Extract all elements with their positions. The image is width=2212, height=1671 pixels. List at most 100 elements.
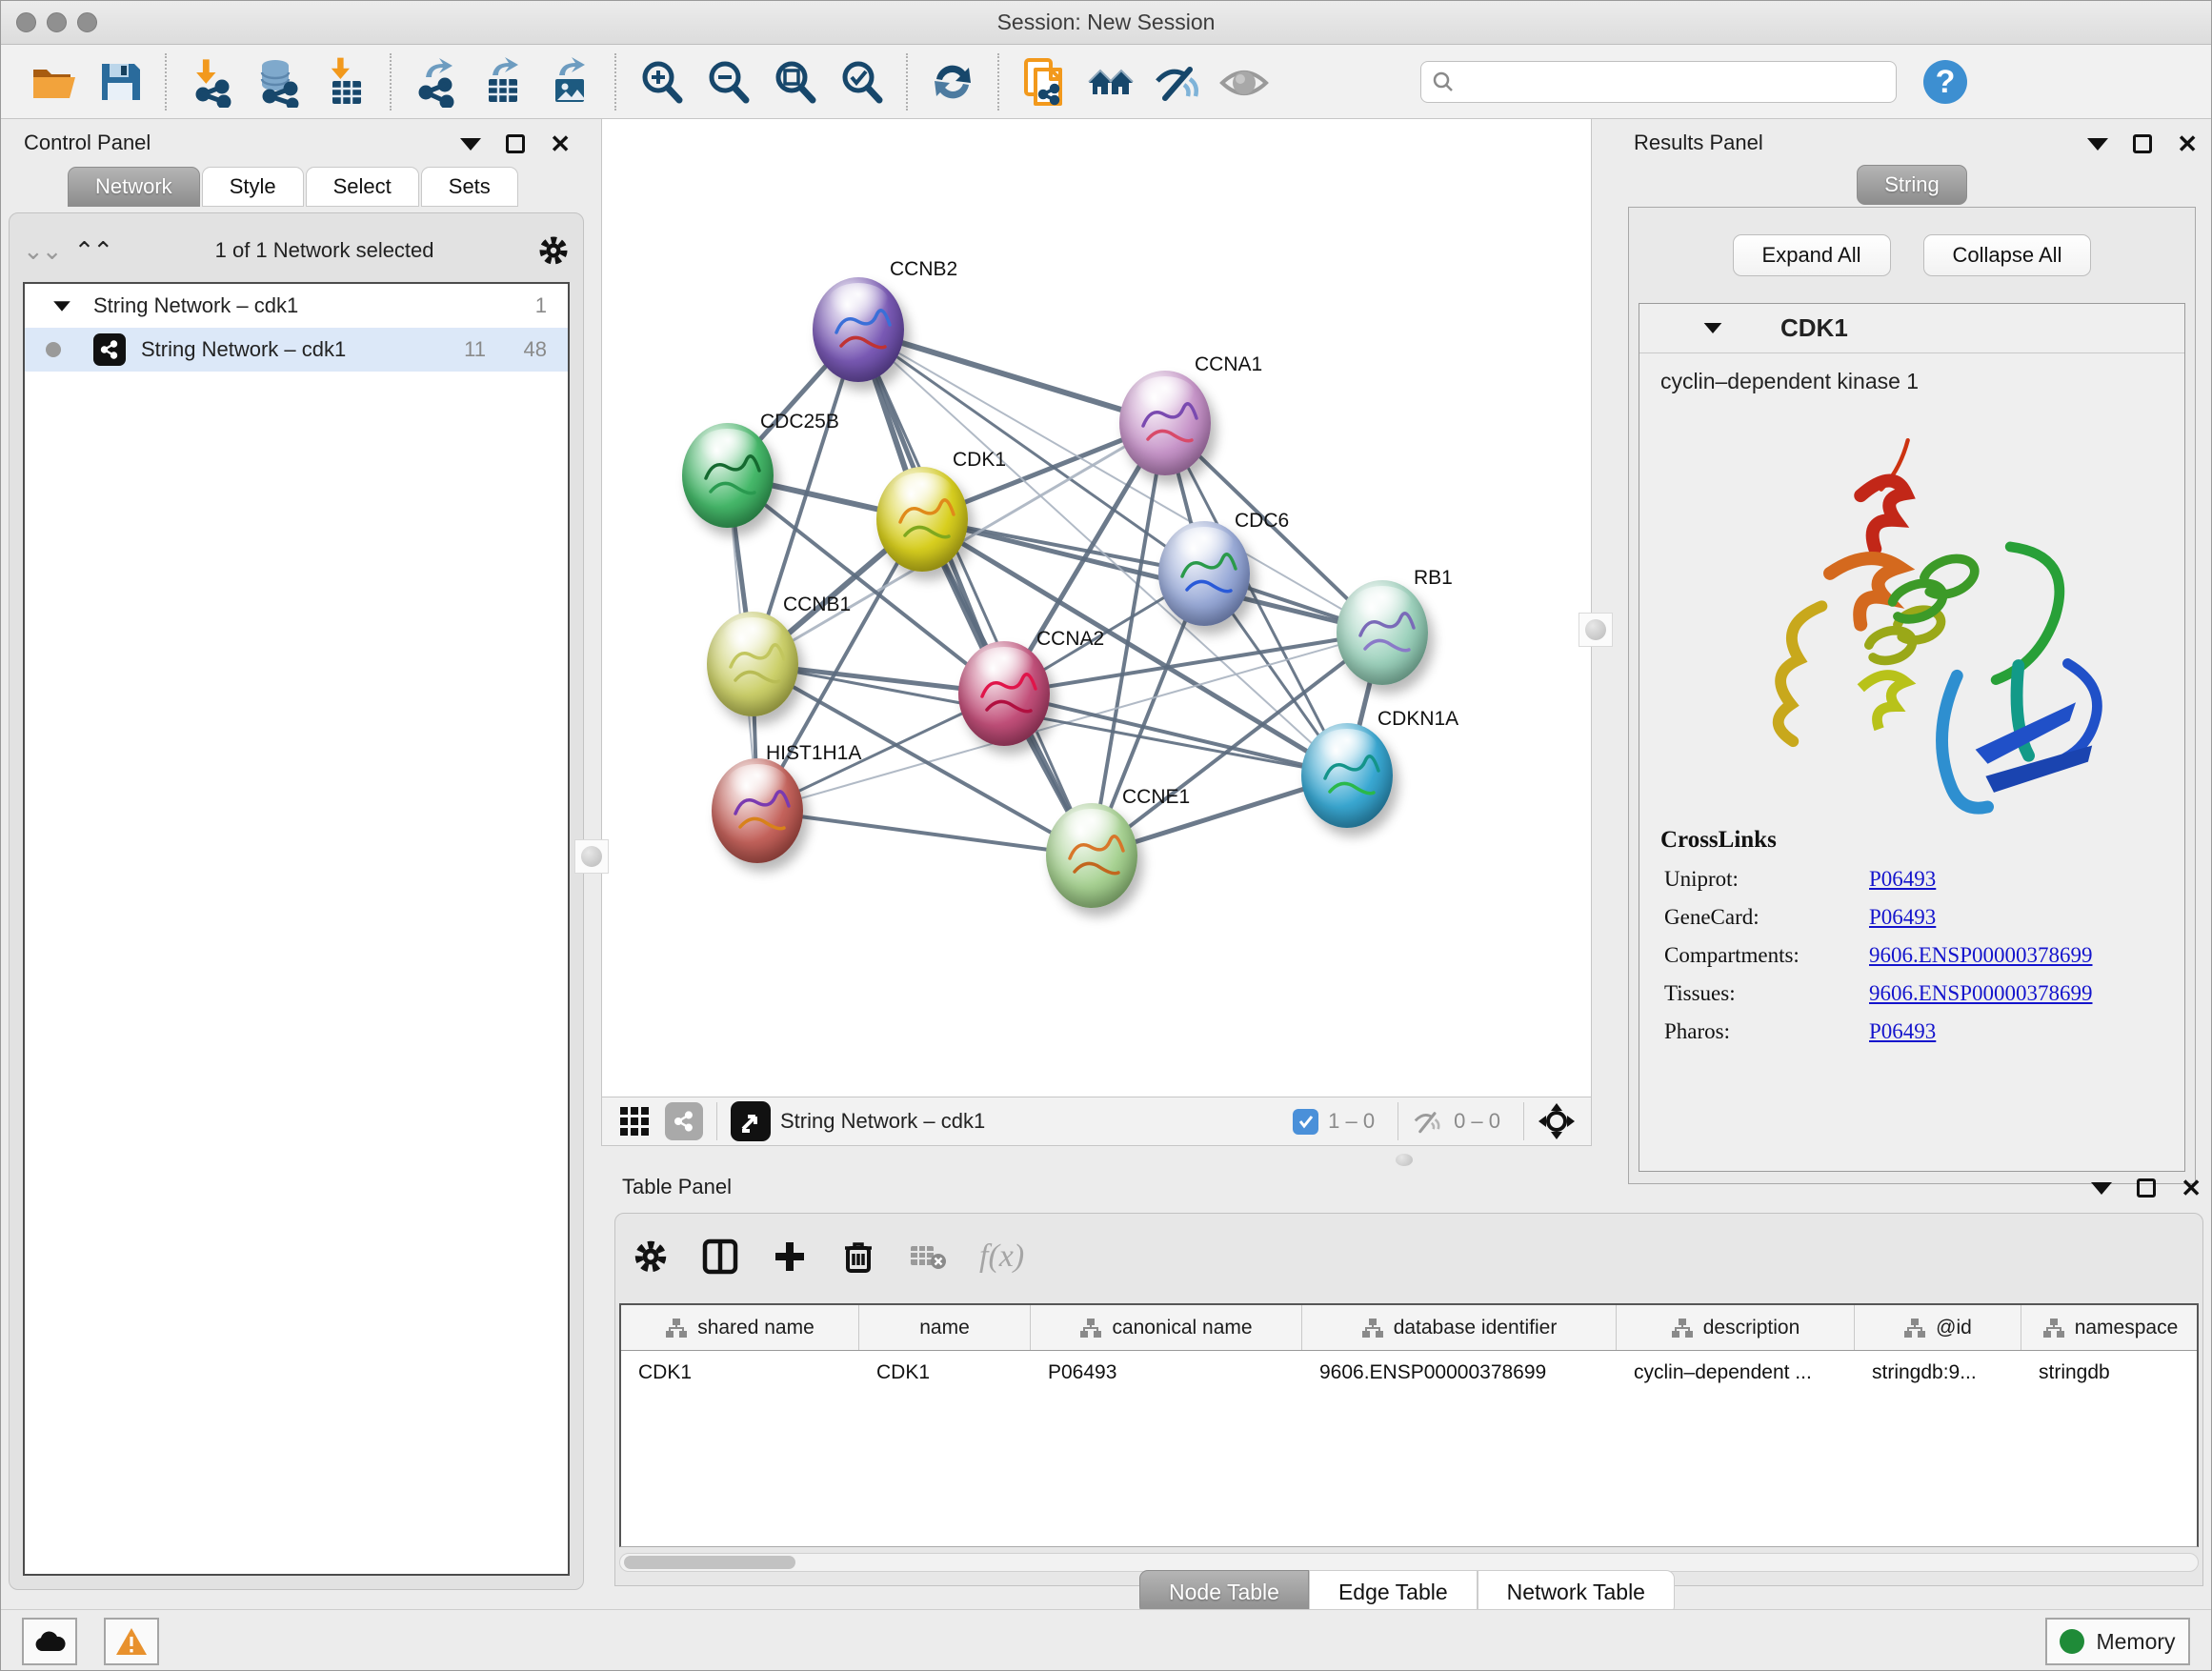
table-options-gear-icon[interactable] (633, 1238, 669, 1275)
protein-collapse-icon[interactable] (1704, 323, 1722, 333)
results-panel-float-icon[interactable] (2133, 134, 2152, 153)
crosslink-link[interactable]: 9606.ENSP00000378699 (1869, 943, 2093, 968)
tab-select[interactable]: Select (306, 167, 419, 207)
tab-network[interactable]: Network (68, 167, 200, 207)
tab-network-table[interactable]: Network Table (1478, 1570, 1675, 1615)
search-box[interactable] (1420, 61, 1897, 103)
import-network-database-icon[interactable] (252, 56, 304, 108)
table-panel-float-icon[interactable] (2137, 1178, 2156, 1198)
import-network-file-icon[interactable] (186, 56, 237, 108)
cloud-status-button[interactable] (22, 1618, 77, 1665)
network-node-cdk1[interactable] (876, 467, 968, 572)
new-network-from-selection-icon[interactable] (1018, 56, 1070, 108)
network-edge[interactable] (1004, 694, 1347, 775)
crosslink-link[interactable]: P06493 (1869, 905, 1936, 930)
table-panel-close-icon[interactable]: ✕ (2181, 1178, 2202, 1198)
zoom-fit-icon[interactable] (769, 56, 820, 108)
expand-all-networks-icon[interactable]: ⌄⌄ (23, 236, 61, 266)
results-panel-menu-icon[interactable] (2087, 138, 2108, 151)
first-neighbors-icon[interactable] (1085, 56, 1136, 108)
table-cell[interactable]: cyclin–dependent ... (1617, 1351, 1855, 1395)
zoom-selected-icon[interactable] (835, 56, 887, 108)
hidden-eye-icon (1412, 1107, 1444, 1136)
export-network-icon[interactable] (411, 56, 462, 108)
collection-expand-icon[interactable] (53, 301, 70, 311)
network-node-ccna1[interactable] (1119, 371, 1211, 475)
network-row[interactable]: String Network – cdk1 11 48 (25, 328, 568, 372)
crosslink-link[interactable]: P06493 (1869, 1019, 1936, 1044)
grid-view-icon[interactable] (617, 1104, 652, 1138)
scrollbar-thumb[interactable] (624, 1556, 795, 1569)
control-panel-float-icon[interactable] (506, 134, 525, 153)
column-header-database-identifier[interactable]: database identifier (1302, 1305, 1617, 1350)
network-edge[interactable] (858, 330, 1092, 856)
search-input[interactable] (1456, 70, 1875, 92)
network-options-gear-icon[interactable] (537, 234, 570, 267)
table-cell[interactable]: stringdb:9... (1855, 1351, 2021, 1395)
network-node-ccnb1[interactable] (707, 612, 798, 716)
help-icon[interactable]: ? (1920, 56, 1971, 108)
export-image-icon[interactable] (544, 56, 595, 108)
warnings-button[interactable] (104, 1618, 159, 1665)
network-edge[interactable] (757, 811, 1092, 856)
crosslink-link[interactable]: 9606.ENSP00000378699 (1869, 981, 2093, 1006)
network-node-ccnb2[interactable] (813, 277, 904, 382)
control-panel-close-icon[interactable]: ✕ (550, 134, 571, 153)
refresh-icon[interactable] (927, 56, 978, 108)
column-header-namespace[interactable]: namespace (2021, 1305, 2199, 1350)
zoom-in-icon[interactable] (635, 56, 687, 108)
tab-sets[interactable]: Sets (421, 167, 518, 207)
network-node-ccna2[interactable] (958, 641, 1050, 746)
table-cell[interactable]: CDK1 (621, 1351, 859, 1395)
detach-view-icon[interactable] (731, 1101, 771, 1141)
tab-string[interactable]: String (1857, 165, 1966, 205)
right-splitter-handle[interactable] (1579, 613, 1613, 647)
horizontal-splitter-handle[interactable] (1396, 1154, 1413, 1166)
add-column-icon[interactable] (772, 1238, 808, 1275)
results-panel-close-icon[interactable]: ✕ (2177, 134, 2198, 153)
expand-all-button[interactable]: Expand All (1733, 234, 1891, 276)
table-row[interactable]: CDK1CDK1P064939606.ENSP00000378699cyclin… (621, 1351, 2197, 1395)
memory-button[interactable]: Memory (2045, 1618, 2190, 1665)
left-splitter-handle[interactable] (574, 839, 609, 874)
hide-selected-icon[interactable] (1152, 56, 1203, 108)
table-panel-menu-icon[interactable] (2091, 1182, 2112, 1195)
table-cell[interactable]: P06493 (1031, 1351, 1302, 1395)
crosslink-link[interactable]: P06493 (1869, 867, 1936, 892)
network-node-ccne1[interactable] (1046, 803, 1137, 908)
table-cell[interactable]: 9606.ENSP00000378699 (1302, 1351, 1617, 1395)
column-header-name[interactable]: name (859, 1305, 1031, 1350)
table-cell[interactable]: CDK1 (859, 1351, 1031, 1395)
control-panel-menu-icon[interactable] (460, 138, 481, 151)
column-header-description[interactable]: description (1617, 1305, 1855, 1350)
column-header-shared-name[interactable]: shared name (621, 1305, 859, 1350)
network-node-hist1h1a[interactable] (712, 758, 803, 863)
tab-node-table[interactable]: Node Table (1139, 1570, 1309, 1615)
node-table[interactable]: shared namenamecanonical namedatabase id… (619, 1303, 2199, 1547)
show-all-icon[interactable] (1218, 56, 1270, 108)
birdseye-navigator-icon[interactable] (1538, 1102, 1576, 1140)
network-node-cdc6[interactable] (1158, 521, 1250, 626)
collapse-all-networks-icon[interactable]: ⌃⌃ (74, 236, 112, 266)
import-table-icon[interactable] (319, 56, 371, 108)
column-header-canonical-name[interactable]: canonical name (1031, 1305, 1302, 1350)
selected-checkbox-icon[interactable] (1293, 1109, 1318, 1135)
open-session-icon[interactable] (28, 56, 79, 108)
network-node-rb1[interactable] (1337, 580, 1428, 685)
tab-edge-table[interactable]: Edge Table (1309, 1570, 1478, 1615)
table-cell[interactable]: stringdb (2021, 1351, 2199, 1395)
export-table-icon[interactable] (477, 56, 529, 108)
column-header--id[interactable]: @id (1855, 1305, 2021, 1350)
table-horizontal-scrollbar[interactable] (619, 1553, 2199, 1572)
network-canvas[interactable]: CCNB2 CCNA1 CDC25B CDK1 CDC6 RB1 CCNB1 (601, 119, 1592, 1097)
save-session-icon[interactable] (94, 56, 146, 108)
collapse-all-button[interactable]: Collapse All (1923, 234, 2092, 276)
network-collection-row[interactable]: String Network – cdk1 1 (25, 284, 568, 328)
delete-column-icon[interactable] (840, 1238, 876, 1275)
show-columns-icon[interactable] (701, 1238, 739, 1276)
network-node-cdkn1a[interactable] (1301, 723, 1393, 828)
zoom-out-icon[interactable] (702, 56, 754, 108)
tab-style[interactable]: Style (202, 167, 304, 207)
share-view-icon[interactable] (665, 1102, 703, 1140)
network-node-cdc25b[interactable] (682, 423, 774, 528)
